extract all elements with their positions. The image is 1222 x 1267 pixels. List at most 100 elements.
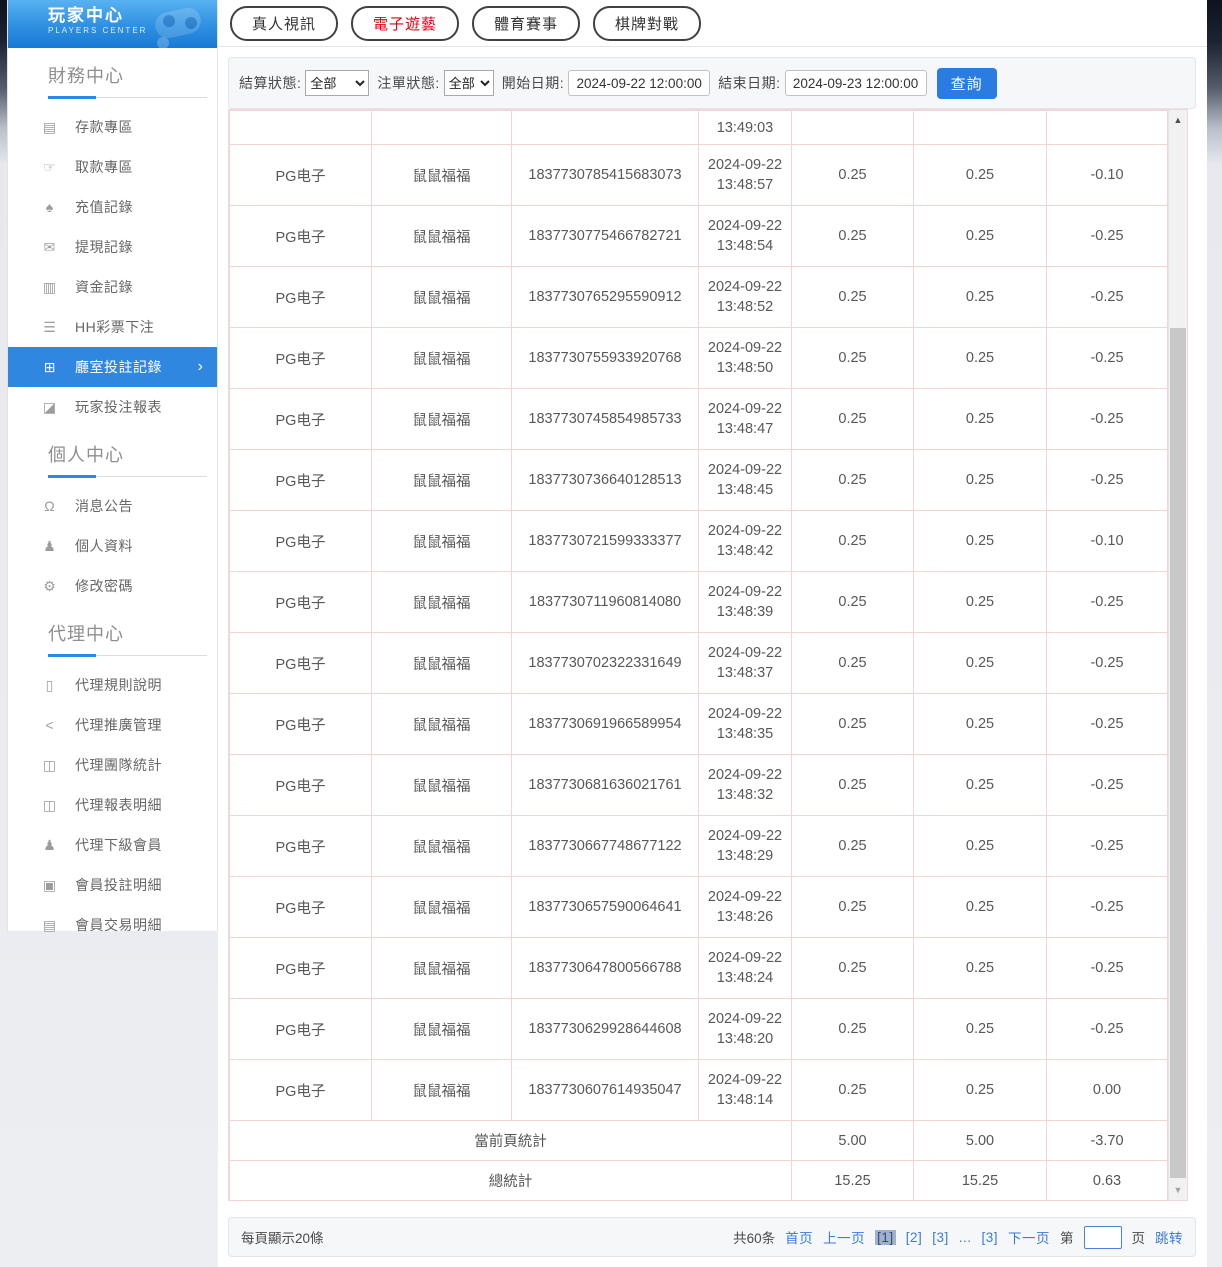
bet-amount-cell: 0.25: [792, 389, 914, 450]
newspaper-icon: ◫: [41, 797, 58, 814]
sidebar-item-funds-records[interactable]: ▥ 資金記錄: [8, 267, 217, 307]
sidebar-item-label: 提現記錄: [75, 237, 133, 257]
person-icon: ♟: [41, 538, 58, 555]
bet-time-cell: 2024-09-2213:48:24: [699, 938, 792, 999]
tab-board-games[interactable]: 棋牌對戰: [593, 6, 701, 41]
sidebar-item-agent-team-stats[interactable]: ◫ 代理團隊統計: [8, 745, 217, 785]
page-link-current[interactable]: [1]: [875, 1230, 896, 1245]
page-link[interactable]: [3]: [932, 1230, 949, 1245]
page-link[interactable]: [2]: [906, 1230, 923, 1245]
pagination-bar: 每頁顯示20條 共60条 首页 上一页 [1][2][3]...[3] 下一页 …: [228, 1217, 1196, 1257]
sidebar-item-label: 代理推廣管理: [75, 715, 162, 735]
sidebar-item-hh-lottery-bets[interactable]: ☰ HH彩票下注: [8, 307, 217, 347]
win-loss-cell: -0.10: [1047, 145, 1168, 206]
game-name-cell: 鼠鼠福福: [372, 1060, 512, 1121]
start-date-input[interactable]: [568, 70, 710, 96]
end-date-input[interactable]: [785, 70, 927, 96]
sidebar-item-agent-rules[interactable]: ▯ 代理規則說明: [8, 665, 217, 705]
tab-electronic-games[interactable]: 電子遊藝: [351, 6, 459, 41]
jump-page-input[interactable]: [1084, 1226, 1122, 1249]
bet-id-cell: 1837730607614935047: [512, 1060, 699, 1121]
sidebar-item-agent-report-detail[interactable]: ◫ 代理報表明細: [8, 785, 217, 825]
first-page-link[interactable]: 首页: [785, 1227, 813, 1247]
win-loss-cell: -0.25: [1047, 450, 1168, 511]
sidebar-item-agent-promotion[interactable]: < 代理推廣管理: [8, 705, 217, 745]
sidebar-item-label: 代理報表明細: [75, 795, 162, 815]
sidebar-item-recharge-records[interactable]: ♠ 充值記錄: [8, 187, 217, 227]
page-total-row: 當前頁統計 5.00 5.00 -3.70: [230, 1121, 1168, 1161]
settle-status-select[interactable]: 全部: [305, 70, 369, 96]
bet-id-cell: 1837730721599333377: [512, 511, 699, 572]
section-agent: 代理中心 ▯ 代理規則說明 < 代理推廣管理 ◫ 代理團隊統計 ◫ 代理報表明細…: [8, 606, 217, 945]
prev-page-link[interactable]: 上一页: [823, 1227, 865, 1247]
table-scrollbar[interactable]: ▲ ▼: [1168, 110, 1187, 1200]
sidebar-item-member-bet-detail[interactable]: ▣ 會員投註明細: [8, 865, 217, 905]
scroll-down-icon[interactable]: ▼: [1169, 1185, 1187, 1195]
valid-amount-cell: 0.25: [914, 572, 1047, 633]
table-row: PG电子 鼠鼠福福 1837730691966589954 2024-09-22…: [230, 694, 1168, 755]
platform-cell: PG电子: [230, 389, 372, 450]
page-total-bet: 5.00: [792, 1121, 914, 1161]
sidebar-item-withdraw-records[interactable]: ✉ 提現記錄: [8, 227, 217, 267]
platform-cell: PG电子: [230, 1060, 372, 1121]
win-loss-cell: 0.00: [1047, 1060, 1168, 1121]
win-loss-cell: -0.25: [1047, 877, 1168, 938]
platform-cell: PG电子: [230, 267, 372, 328]
section-finance: 財務中心 ▤ 存款專區 ☞ 取款專區 ♠ 充值記錄 ✉ 提現記錄 ▥ 資金記錄: [8, 48, 217, 427]
bet-amount-cell: 0.25: [792, 206, 914, 267]
sidebar-item-withdraw-area[interactable]: ☞ 取款專區: [8, 147, 217, 187]
valid-amount-cell: 0.25: [914, 999, 1047, 1060]
game-name-cell: 鼠鼠福福: [372, 877, 512, 938]
sidebar-item-profile[interactable]: ♟ 個人資料: [8, 526, 217, 566]
valid-amount-cell: 0.25: [914, 938, 1047, 999]
sidebar-item-agent-sub-members[interactable]: ♟ 代理下級會員: [8, 825, 217, 865]
bet-amount-cell: 0.25: [792, 1060, 914, 1121]
sidebar-item-notices[interactable]: Ω 消息公告: [8, 486, 217, 526]
chart-icon: ◪: [41, 399, 58, 416]
bet-id-cell: 1837730702322331649: [512, 633, 699, 694]
bet-id-cell: 1837730755933920768: [512, 328, 699, 389]
sidebar-item-label: 廳室投註記錄: [75, 357, 162, 377]
section-divider: [48, 476, 207, 477]
bet-amount-cell: 0.25: [792, 572, 914, 633]
game-name-cell: [372, 111, 512, 145]
search-button[interactable]: 查詢: [937, 68, 997, 99]
page-links: [1] [2] [3]... [3]: [875, 1230, 998, 1245]
win-loss-cell: -0.25: [1047, 328, 1168, 389]
bet-amount-cell: 0.25: [792, 877, 914, 938]
page-link[interactable]: [3]: [981, 1230, 998, 1245]
order-status-select[interactable]: 全部: [444, 70, 494, 96]
grand-total-win: 0.63: [1047, 1161, 1168, 1201]
bet-time-cell: 2024-09-2213:48:54: [699, 206, 792, 267]
valid-amount-cell: [914, 111, 1047, 145]
tab-live-video[interactable]: 真人視訊: [230, 6, 338, 41]
scroll-up-icon[interactable]: ▲: [1169, 115, 1187, 125]
scrollbar-thumb[interactable]: [1170, 328, 1186, 1178]
game-name-cell: 鼠鼠福福: [372, 511, 512, 572]
sidebar-header: 玩家中心 PLAYERS CENTER: [8, 0, 217, 48]
next-page-link[interactable]: 下一页: [1008, 1227, 1050, 1247]
bet-amount-cell: 0.25: [792, 633, 914, 694]
section-personal: 個人中心 Ω 消息公告 ♟ 個人資料 ⚙ 修改密碼: [8, 427, 217, 606]
sidebar-item-change-password[interactable]: ⚙ 修改密碼: [8, 566, 217, 606]
bet-id-cell: 1837730691966589954: [512, 694, 699, 755]
valid-amount-cell: 0.25: [914, 328, 1047, 389]
wallet-icon: ✉: [41, 239, 58, 256]
table-row: PG电子 鼠鼠福福 1837730721599333377 2024-09-22…: [230, 511, 1168, 572]
platform-cell: PG电子: [230, 694, 372, 755]
section-title-personal: 個人中心: [8, 427, 217, 476]
clipboard-icon: ▣: [41, 877, 58, 894]
jump-suffix-text: 页: [1132, 1227, 1146, 1247]
valid-amount-cell: 0.25: [914, 694, 1047, 755]
sidebar-item-member-trade-detail[interactable]: ▤ 會員交易明細: [8, 905, 217, 945]
list-icon: ☰: [41, 319, 58, 336]
sidebar-item-player-bet-report[interactable]: ◪ 玩家投注報表: [8, 387, 217, 427]
sidebar-item-room-bet-records[interactable]: ⊞ 廳室投註記錄 ›: [8, 347, 217, 387]
sidebar-item-deposit-area[interactable]: ▤ 存款專區: [8, 107, 217, 147]
page-link[interactable]: ...: [959, 1230, 972, 1245]
table-row: PG电子 鼠鼠福福 1837730711960814080 2024-09-22…: [230, 572, 1168, 633]
gamepad-icon: [149, 4, 207, 44]
tab-sports[interactable]: 體育賽事: [472, 6, 580, 41]
jump-link[interactable]: 跳转: [1155, 1227, 1183, 1247]
bet-amount-cell: 0.25: [792, 999, 914, 1060]
